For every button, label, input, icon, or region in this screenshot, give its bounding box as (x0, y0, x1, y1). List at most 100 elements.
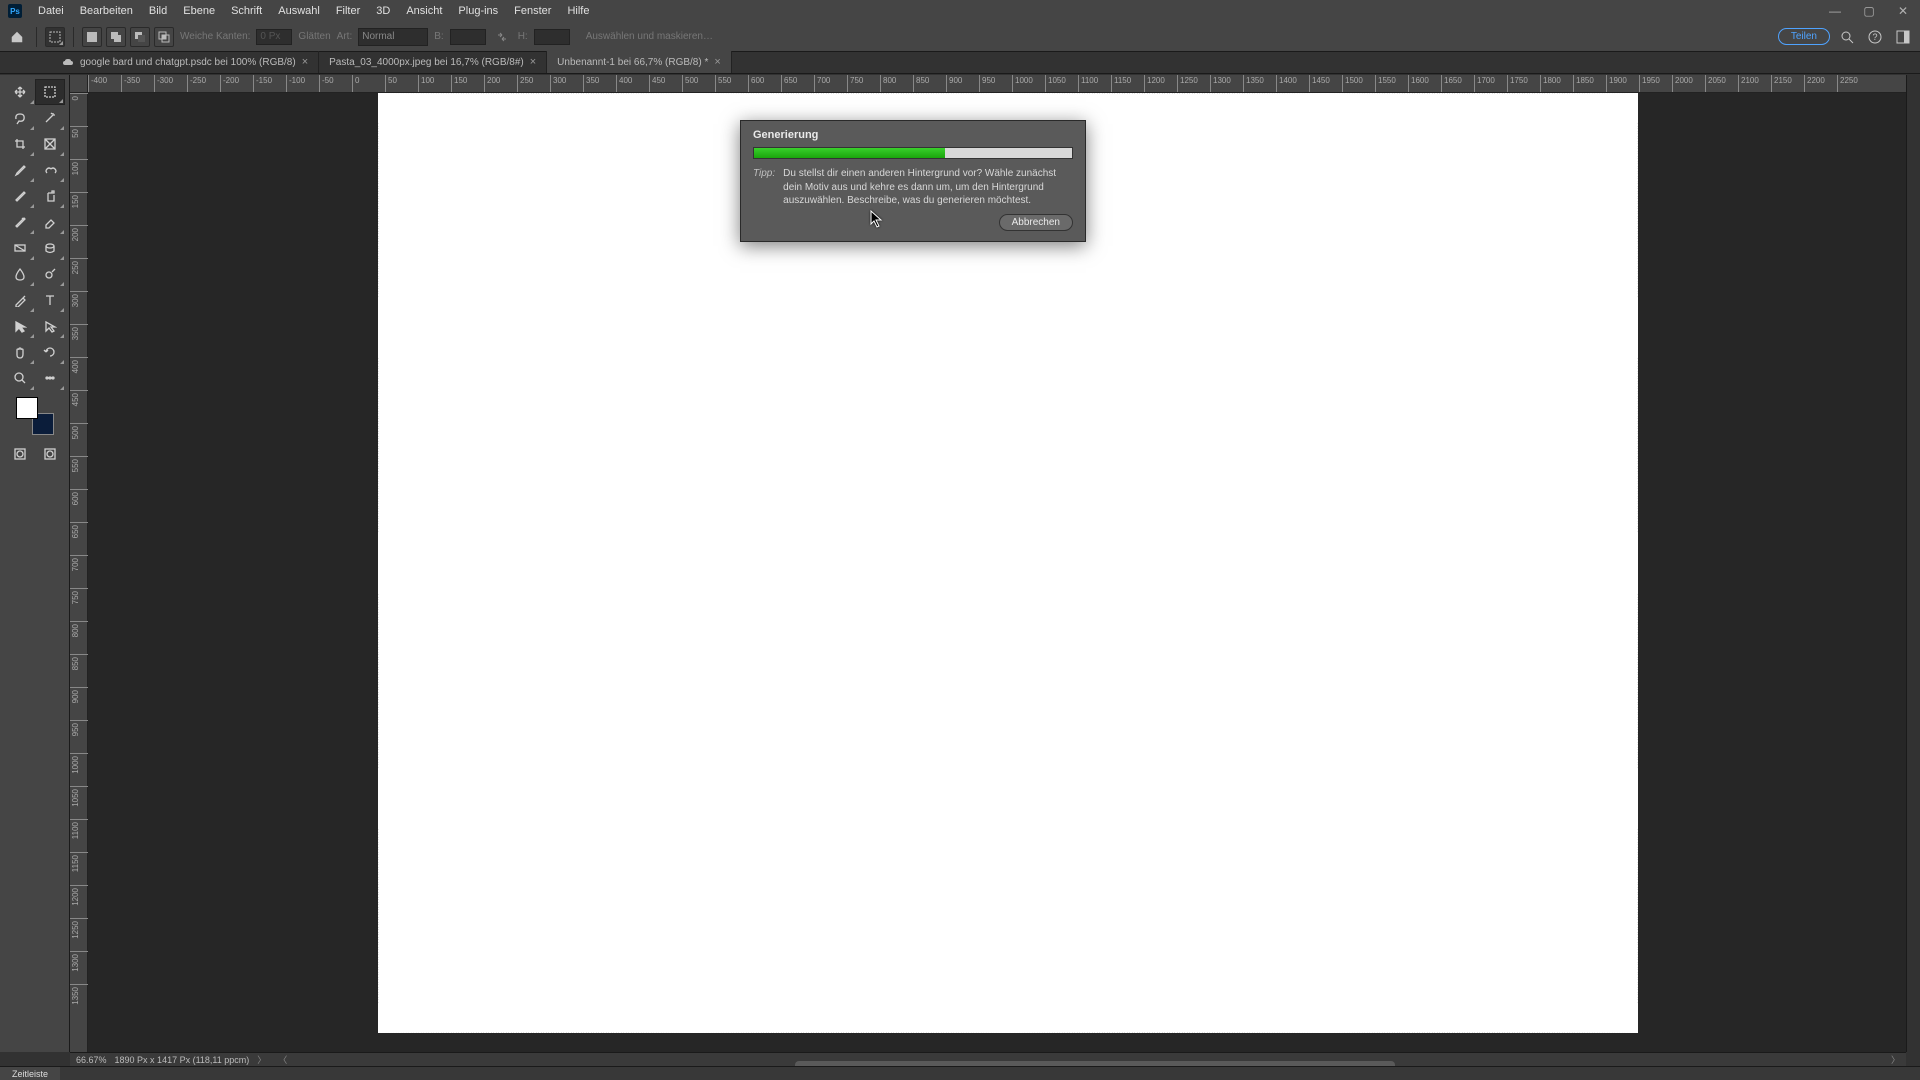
dodge-tool[interactable] (35, 261, 65, 287)
shape-tool[interactable] (35, 313, 65, 339)
menu-ansicht[interactable]: Ansicht (398, 3, 450, 19)
vertical-ruler[interactable]: 0501001502002503003504004505005506006507… (70, 93, 88, 1052)
bucket-tool[interactable] (35, 235, 65, 261)
ruler-tick: 900 (946, 75, 979, 93)
tab-close-icon[interactable]: × (302, 56, 308, 68)
move-tool[interactable] (5, 79, 35, 105)
new-selection-icon[interactable] (82, 27, 102, 47)
cancel-button[interactable]: Abbrechen (999, 214, 1073, 231)
feather-input[interactable] (256, 29, 292, 45)
ruler-tick: 800 (70, 621, 88, 654)
ruler-tick: 150 (70, 192, 88, 225)
swap-colors-icon[interactable] (42, 397, 54, 409)
tab-close-icon[interactable]: × (530, 56, 536, 68)
pen-tool[interactable] (5, 287, 35, 313)
ruler-tick: 450 (70, 390, 88, 423)
path-select-tool[interactable] (5, 313, 35, 339)
select-and-mask-button[interactable]: Auswählen und maskieren… (586, 31, 713, 42)
gradient-tool[interactable] (5, 235, 35, 261)
search-icon[interactable] (1836, 30, 1858, 44)
help-icon[interactable]: ? (1864, 30, 1886, 44)
brush-tool[interactable] (5, 183, 35, 209)
antialias-label: Glätten (298, 31, 330, 42)
scroll-right-icon[interactable]: 〉 (1891, 1053, 1900, 1066)
ruler-tick: 400 (616, 75, 649, 93)
ruler-tick: 1700 (1474, 75, 1507, 93)
blur-tool[interactable] (5, 261, 35, 287)
heal-tool[interactable] (35, 157, 65, 183)
ruler-tick: 1350 (70, 984, 88, 1017)
close-button[interactable]: ✕ (1886, 4, 1920, 18)
clone-tool[interactable] (35, 183, 65, 209)
width-input[interactable] (450, 29, 486, 45)
menu-bild[interactable]: Bild (141, 3, 175, 19)
screenmode-button[interactable] (35, 441, 65, 467)
ruler-tick: 1550 (1375, 75, 1408, 93)
ruler-origin[interactable] (70, 75, 88, 93)
foreground-color[interactable] (16, 397, 38, 419)
menu-schrift[interactable]: Schrift (223, 3, 270, 19)
menu-datei[interactable]: Datei (30, 3, 72, 19)
rotate-tool[interactable] (35, 339, 65, 365)
scroll-left-icon[interactable]: 〈 (278, 1053, 287, 1066)
subtract-selection-icon[interactable] (130, 27, 150, 47)
marquee-tool[interactable] (35, 79, 65, 105)
timeline-tab[interactable]: Zeitleiste (0, 1067, 60, 1080)
document-tab[interactable]: Unbenannt-1 bei 66,7% (RGB/8) *× (547, 51, 732, 73)
ruler-tick: -400 (88, 75, 121, 93)
menu-bearbeiten[interactable]: Bearbeiten (72, 3, 141, 19)
minimize-button[interactable]: — (1818, 4, 1852, 18)
menu-filter[interactable]: Filter (328, 3, 368, 19)
hand-tool[interactable] (5, 339, 35, 365)
menu-ebene[interactable]: Ebene (175, 3, 223, 19)
eraser-tool[interactable] (35, 209, 65, 235)
document-tab[interactable]: google bard und chatgpt.psdc bei 100% (R… (52, 51, 319, 73)
tab-close-icon[interactable]: × (714, 56, 720, 68)
menu-fenster[interactable]: Fenster (506, 3, 559, 19)
style-select[interactable]: Normal (358, 28, 428, 46)
eyedropper-tool[interactable] (5, 157, 35, 183)
ruler-tick: 1200 (1144, 75, 1177, 93)
height-input[interactable] (534, 29, 570, 45)
generation-dialog: Generierung Tipp: Du stellst dir einen a… (740, 120, 1086, 242)
ruler-tick: 100 (70, 159, 88, 192)
tool-preset-picker[interactable] (45, 27, 65, 47)
type-tool[interactable] (35, 287, 65, 313)
horizontal-ruler[interactable]: -400-350-300-250-200-150-100-50050100150… (88, 75, 1906, 93)
menu-hilfe[interactable]: Hilfe (559, 3, 597, 19)
intersect-selection-icon[interactable] (154, 27, 174, 47)
color-swatches[interactable] (16, 397, 54, 435)
default-colors-icon[interactable] (16, 423, 28, 435)
more-tool[interactable] (35, 365, 65, 391)
ruler-tick: -250 (187, 75, 220, 93)
home-button[interactable] (6, 27, 28, 47)
document-info[interactable]: 1890 Px x 1417 Px (118,11 ppcm) (115, 1055, 250, 1065)
ruler-tick: 850 (913, 75, 946, 93)
share-button[interactable]: Teilen (1778, 28, 1830, 45)
zoom-tool[interactable] (5, 365, 35, 391)
ruler-tick: 1750 (1507, 75, 1540, 93)
workspace-icon[interactable] (1892, 30, 1914, 44)
wand-tool[interactable] (35, 105, 65, 131)
ruler-tick: 650 (70, 522, 88, 555)
ruler-tick: 2100 (1738, 75, 1771, 93)
crop-tool[interactable] (5, 131, 35, 157)
zoom-readout[interactable]: 66.67% (76, 1055, 107, 1065)
menu-auswahl[interactable]: Auswahl (270, 3, 328, 19)
width-label: B: (434, 31, 443, 42)
document-tab[interactable]: Pasta_03_4000px.jpeg bei 16,7% (RGB/8#)× (319, 51, 547, 73)
add-selection-icon[interactable] (106, 27, 126, 47)
ruler-tick: 1250 (70, 918, 88, 951)
frame-tool[interactable] (35, 131, 65, 157)
swap-wh-icon[interactable] (492, 27, 512, 47)
maximize-button[interactable]: ▢ (1852, 4, 1886, 18)
ruler-tick: 1100 (1078, 75, 1111, 93)
lasso-tool[interactable] (5, 105, 35, 131)
quickmask-button[interactable] (5, 441, 35, 467)
docinfo-menu-icon[interactable]: 〉 (257, 1053, 266, 1066)
history-tool[interactable] (5, 209, 35, 235)
right-panel-dock[interactable] (1906, 75, 1920, 1052)
menu-3d[interactable]: 3D (368, 3, 398, 19)
menu-plug-ins[interactable]: Plug-ins (450, 3, 506, 19)
ruler-tick: 950 (979, 75, 1012, 93)
